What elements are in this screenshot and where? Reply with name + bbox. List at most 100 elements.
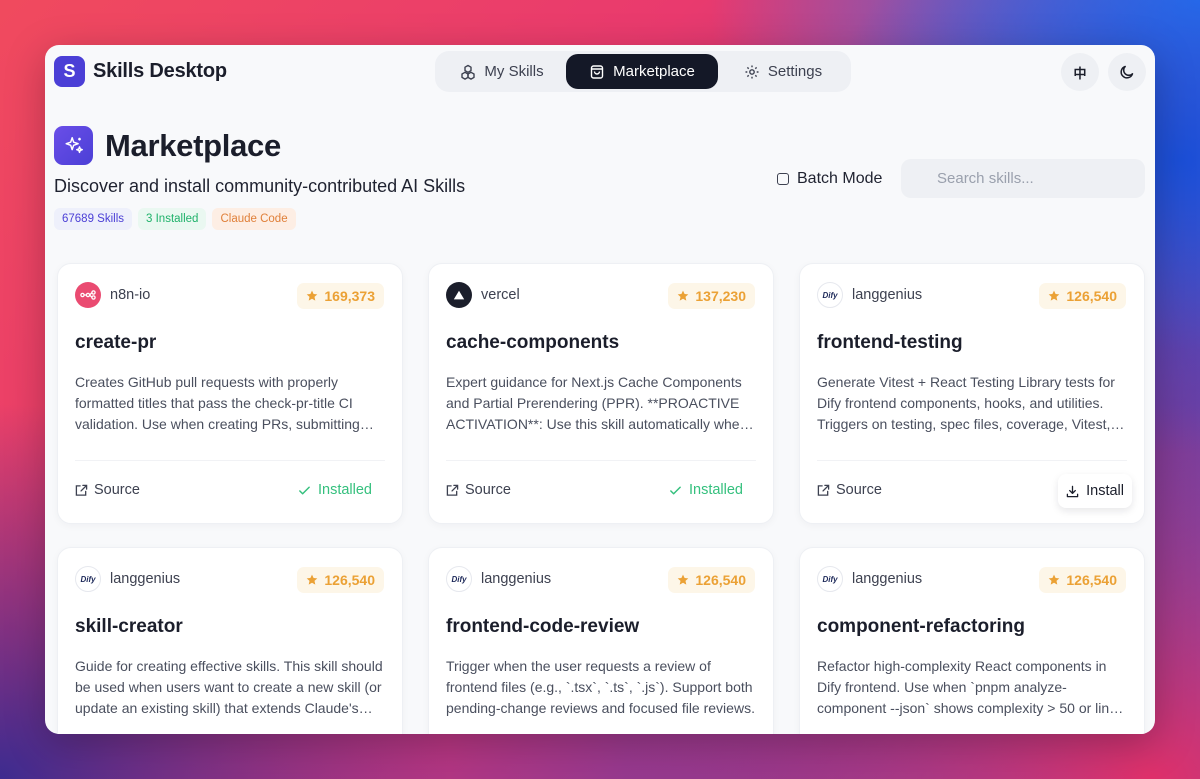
vercel-logo-icon (446, 282, 472, 308)
dify-logo-text: Dify (451, 574, 467, 584)
check-icon (299, 486, 310, 494)
star-icon (678, 574, 689, 585)
app-title: Skills Desktop (93, 60, 227, 82)
tab-marketplace-label: Marketplace (613, 63, 695, 80)
star-count-badge: 137,230 (668, 283, 755, 309)
boxes-icon (461, 64, 476, 80)
card-author: Dify langgenius (446, 566, 551, 592)
card-divider (446, 460, 756, 461)
source-link[interactable]: Source (75, 482, 140, 498)
external-link-icon (817, 484, 830, 496)
author-name: langgenius (481, 571, 552, 587)
installed-status: Installed (669, 482, 743, 498)
card-divider (75, 460, 385, 461)
external-link-icon (75, 484, 88, 496)
skill-description: Expert guidance for Next.js Cache Compon… (446, 374, 748, 432)
source-link[interactable]: Source (817, 482, 882, 498)
star-icon (1049, 290, 1060, 301)
skill-name: component-refactoring (817, 616, 1025, 637)
star-count: 126,540 (324, 572, 375, 588)
tab-my-skills-label: My Skills (484, 63, 544, 80)
skill-name: cache-components (446, 332, 620, 353)
card-divider (817, 460, 1127, 461)
star-icon (1049, 574, 1060, 585)
skill-card[interactable]: Dify langgenius 126,540 frontend-testing… (799, 263, 1145, 524)
author-name: langgenius (852, 571, 923, 587)
tab-my-skills[interactable]: My Skills (438, 54, 566, 89)
n8n-logo-icon (75, 282, 101, 308)
source-label: Source (94, 482, 140, 498)
install-label: Install (1086, 483, 1124, 499)
star-count: 126,540 (695, 572, 746, 588)
dify-logo-text: Dify (822, 290, 838, 300)
star-icon (307, 290, 318, 301)
skill-description: Creates GitHub pull requests with proper… (75, 374, 360, 432)
batch-mode-label: Batch Mode (797, 170, 883, 187)
skill-card[interactable]: Dify langgenius 126,540 frontend-code-re… (428, 547, 774, 734)
install-button[interactable]: Install (1058, 474, 1132, 508)
brand: S Skills Desktop (54, 56, 227, 87)
check-icon (670, 486, 681, 494)
source-label: Source (465, 482, 511, 498)
author-name: n8n-io (110, 287, 151, 303)
star-count-badge: 169,373 (297, 283, 384, 309)
dify-logo-icon: Dify (75, 566, 101, 592)
batch-mode-checkbox[interactable] (777, 173, 789, 185)
skill-card[interactable]: n8n-io 169,373 create-pr Creates GitHub … (57, 263, 403, 524)
star-count: 137,230 (695, 288, 746, 304)
author-name: langgenius (852, 287, 923, 303)
app-window: S Skills Desktop My Skills Marketplace S… (45, 45, 1155, 734)
installed-label: Installed (317, 482, 372, 498)
card-author: vercel (446, 282, 520, 308)
skill-description: Guide for creating effective skills. Thi… (75, 658, 383, 716)
card-author: n8n-io (75, 282, 150, 308)
language-toggle-button[interactable]: 中 (1061, 53, 1099, 91)
skill-description: Trigger when the user requests a review … (446, 658, 755, 716)
download-icon (1066, 485, 1079, 497)
main-nav: My Skills Marketplace Settings (435, 51, 851, 92)
dify-logo-icon: Dify (817, 282, 843, 308)
app-logo: S (54, 56, 85, 87)
star-icon (678, 290, 689, 301)
tab-settings-label: Settings (767, 63, 823, 80)
card-author: Dify langgenius (75, 566, 180, 592)
skill-name: frontend-code-review (446, 616, 640, 637)
agent-badge: Claude Code (212, 208, 296, 230)
star-count: 126,540 (1066, 572, 1117, 588)
skill-description: Generate Vitest + React Testing Library … (817, 374, 1115, 432)
star-icon (307, 574, 318, 585)
dify-logo-icon: Dify (446, 566, 472, 592)
tab-marketplace[interactable]: Marketplace (566, 54, 718, 89)
installed-status: Installed (298, 482, 372, 498)
batch-mode-toggle[interactable]: Batch Mode (777, 170, 882, 188)
installed-label: Installed (688, 482, 743, 498)
source-link[interactable]: Source (446, 482, 511, 498)
sparkles-icon (54, 126, 93, 165)
author-name: langgenius (110, 571, 181, 587)
dify-logo-text: Dify (80, 574, 96, 584)
search-input[interactable] (901, 159, 1145, 198)
skill-card[interactable]: Dify langgenius 126,540 component-refact… (799, 547, 1145, 734)
star-count-badge: 126,540 (1039, 567, 1126, 593)
star-count-badge: 126,540 (1039, 283, 1126, 309)
theme-toggle-button[interactable] (1108, 53, 1146, 91)
dify-logo-icon: Dify (817, 566, 843, 592)
tab-settings[interactable]: Settings (718, 54, 848, 89)
language-label: 中 (1073, 65, 1087, 81)
author-name: vercel (481, 287, 520, 303)
skill-name: skill-creator (75, 616, 183, 637)
installed-count-badge: 3 Installed (138, 208, 207, 230)
moon-icon (1120, 65, 1134, 79)
page-subtitle: Discover and install community-contribut… (54, 176, 466, 196)
page-header: Marketplace (54, 126, 281, 165)
card-author: Dify langgenius (817, 566, 922, 592)
skill-name: create-pr (75, 332, 157, 353)
skill-card[interactable]: Dify langgenius 126,540 skill-creator Gu… (57, 547, 403, 734)
star-count-badge: 126,540 (297, 567, 384, 593)
gear-icon (745, 65, 759, 78)
skill-card[interactable]: vercel 137,230 cache-components Expert g… (428, 263, 774, 524)
star-count: 169,373 (324, 288, 375, 304)
external-link-icon (446, 484, 459, 496)
card-author: Dify langgenius (817, 282, 922, 308)
skills-count-badge: 67689 Skills (54, 208, 133, 230)
